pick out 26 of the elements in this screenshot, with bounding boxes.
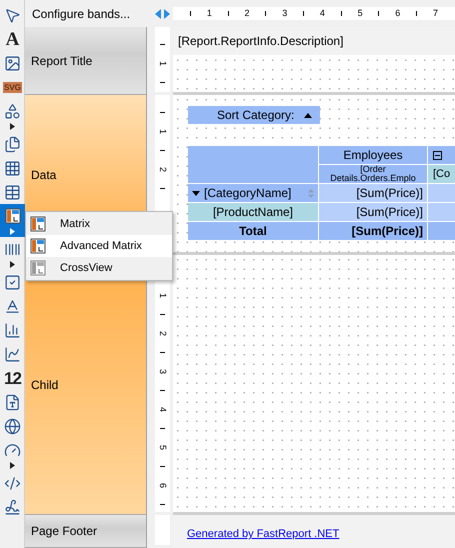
description-field: [Report.ReportInfo.Description] — [173, 27, 455, 55]
table-cell: [Order Details.Orders.Emplo — [319, 165, 427, 183]
ruler-number: 2 — [158, 331, 167, 336]
ruler-number: 4 — [320, 9, 325, 18]
ruler-number: 5 — [158, 445, 167, 450]
table-cell: [ProductName] — [188, 203, 318, 221]
ruler-number: 6 — [395, 9, 400, 18]
ruler-number: 7 — [432, 9, 438, 18]
table-cell: [Co — [428, 165, 455, 183]
ruler-number: 6 — [158, 483, 167, 488]
ruler-number: 5 — [358, 9, 363, 18]
ruler-number: 3 — [158, 369, 167, 374]
table-cell: Employees — [319, 146, 427, 164]
table-cell: [Sum(Price)] — [319, 203, 427, 221]
table-cell: [Sum(Price)] — [319, 222, 427, 240]
ruler-number: 4 — [158, 407, 167, 412]
ruler-number: 1 — [158, 61, 167, 66]
table-cell: Total — [188, 222, 318, 240]
row-field: [CategoryName] — [204, 184, 308, 202]
table-cell: [Sum(Price)] — [319, 184, 427, 202]
ruler-number: 1 — [158, 293, 167, 298]
ruler-number: 1 — [206, 9, 212, 18]
ruler-number: 2 — [158, 167, 167, 172]
ruler-number: 3 — [282, 9, 288, 18]
ruler-number: 1 — [158, 129, 167, 134]
ruler-number: 2 — [244, 9, 250, 18]
